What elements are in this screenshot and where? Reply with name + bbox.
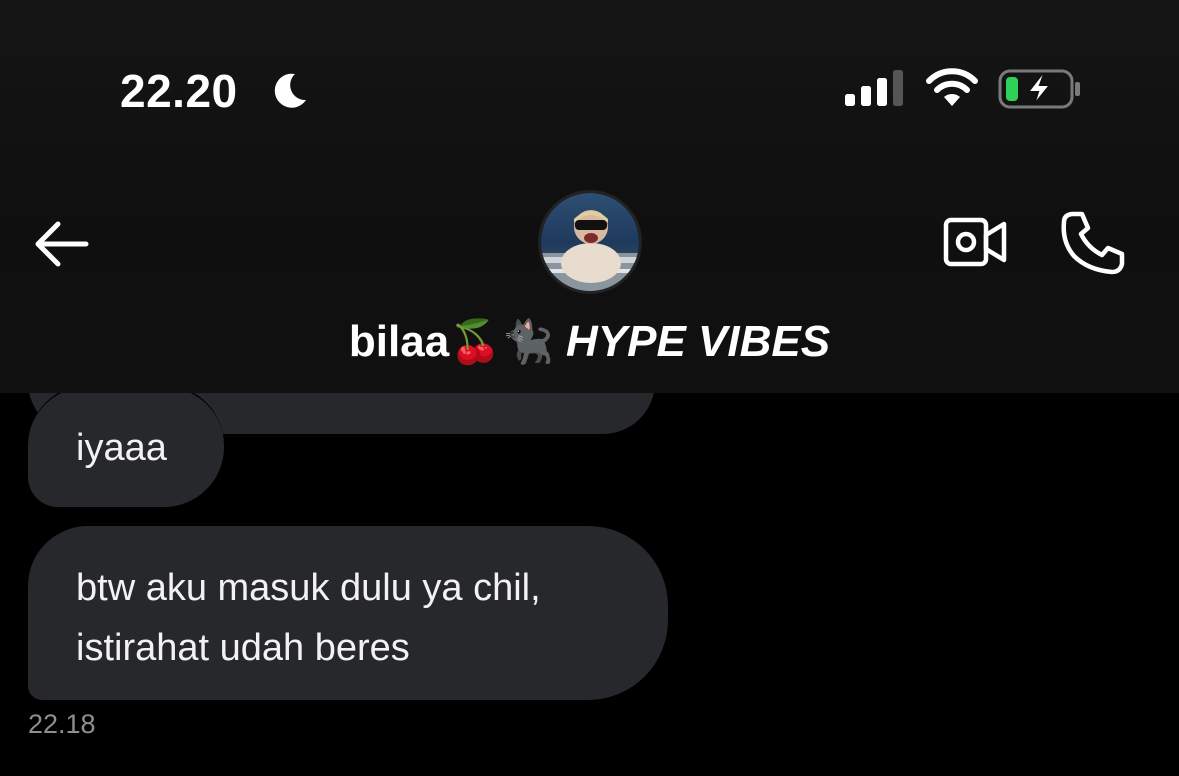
back-arrow-icon[interactable] xyxy=(32,218,90,270)
contact-name-tag: HYPE VIBES xyxy=(566,317,831,366)
contact-name-text: bilaa xyxy=(348,317,450,366)
message-timestamp: 22.18 xyxy=(28,709,96,739)
battery-charging-icon xyxy=(998,69,1080,109)
moon-icon xyxy=(274,73,306,108)
video-call-icon[interactable] xyxy=(942,214,1008,270)
message-text: iyaaa xyxy=(76,427,167,469)
chat-header: 22.20 xyxy=(0,0,1179,393)
message-text-line: istirahat udah beres xyxy=(76,627,410,669)
phone-icon[interactable] xyxy=(1058,208,1128,278)
contact-name-emojis: 🍒🐈‍⬛ xyxy=(449,318,554,365)
contact-name[interactable]: bilaa🍒🐈‍⬛ HYPE VIBES xyxy=(0,314,1179,370)
status-time: 22.20 xyxy=(120,65,238,117)
message-text-line: btw aku masuk dulu ya chil, xyxy=(76,567,541,609)
contact-avatar[interactable] xyxy=(538,190,642,294)
message-bubble[interactable]: iyaaa xyxy=(28,385,224,507)
wifi-icon xyxy=(926,68,978,106)
avatar-photo xyxy=(541,193,639,291)
cellular-signal-icon xyxy=(845,70,903,106)
message-bubble[interactable]: btw aku masuk dulu ya chil, istirahat ud… xyxy=(28,526,668,700)
